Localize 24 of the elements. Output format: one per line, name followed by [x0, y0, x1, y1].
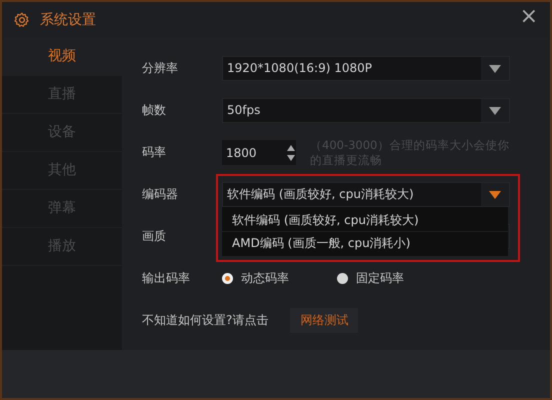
setting-label: 编码器 — [142, 186, 179, 203]
dropdown-option[interactable]: 软件编码 (画质较好, cpu消耗较大) — [222, 209, 508, 232]
network-test-button[interactable]: 网络测试 — [290, 308, 358, 333]
setting-label: 画质 — [142, 228, 167, 245]
close-button[interactable]: × — [518, 6, 540, 28]
spinner-arrows-icon — [286, 144, 296, 162]
select-value: 软件编码 (画质较好, cpu消耗较大) — [227, 187, 414, 201]
setting-label: 分辨率 — [142, 60, 179, 77]
settings-icon — [14, 12, 30, 28]
sidebar-item[interactable]: 视频 — [2, 38, 122, 76]
bitrate-field[interactable]: 1800 — [222, 140, 296, 165]
setting-label: 不知道如何设置?请点击 — [142, 312, 268, 329]
radio-option[interactable]: 固定码率 — [337, 270, 404, 287]
select-field[interactable]: 50fps — [222, 98, 510, 123]
setting-label: 输出码率 — [142, 270, 191, 287]
window-title: 系统设置 — [40, 11, 96, 29]
dropdown-option[interactable]: AMD编码 (画质一般, cpu消耗小) — [222, 232, 508, 254]
select-value: 1920*1080(16:9) 1080P — [227, 61, 372, 75]
setting-label: 帧数 — [142, 102, 167, 119]
select-value: 50fps — [227, 103, 260, 117]
select-field[interactable]: 1920*1080(16:9) 1080P — [222, 56, 510, 81]
select-field[interactable]: 软件编码 (画质较好, cpu消耗较大) — [222, 182, 510, 207]
radio-option[interactable]: 动态码率 — [222, 270, 289, 287]
setting-label: 码率 — [142, 144, 167, 161]
